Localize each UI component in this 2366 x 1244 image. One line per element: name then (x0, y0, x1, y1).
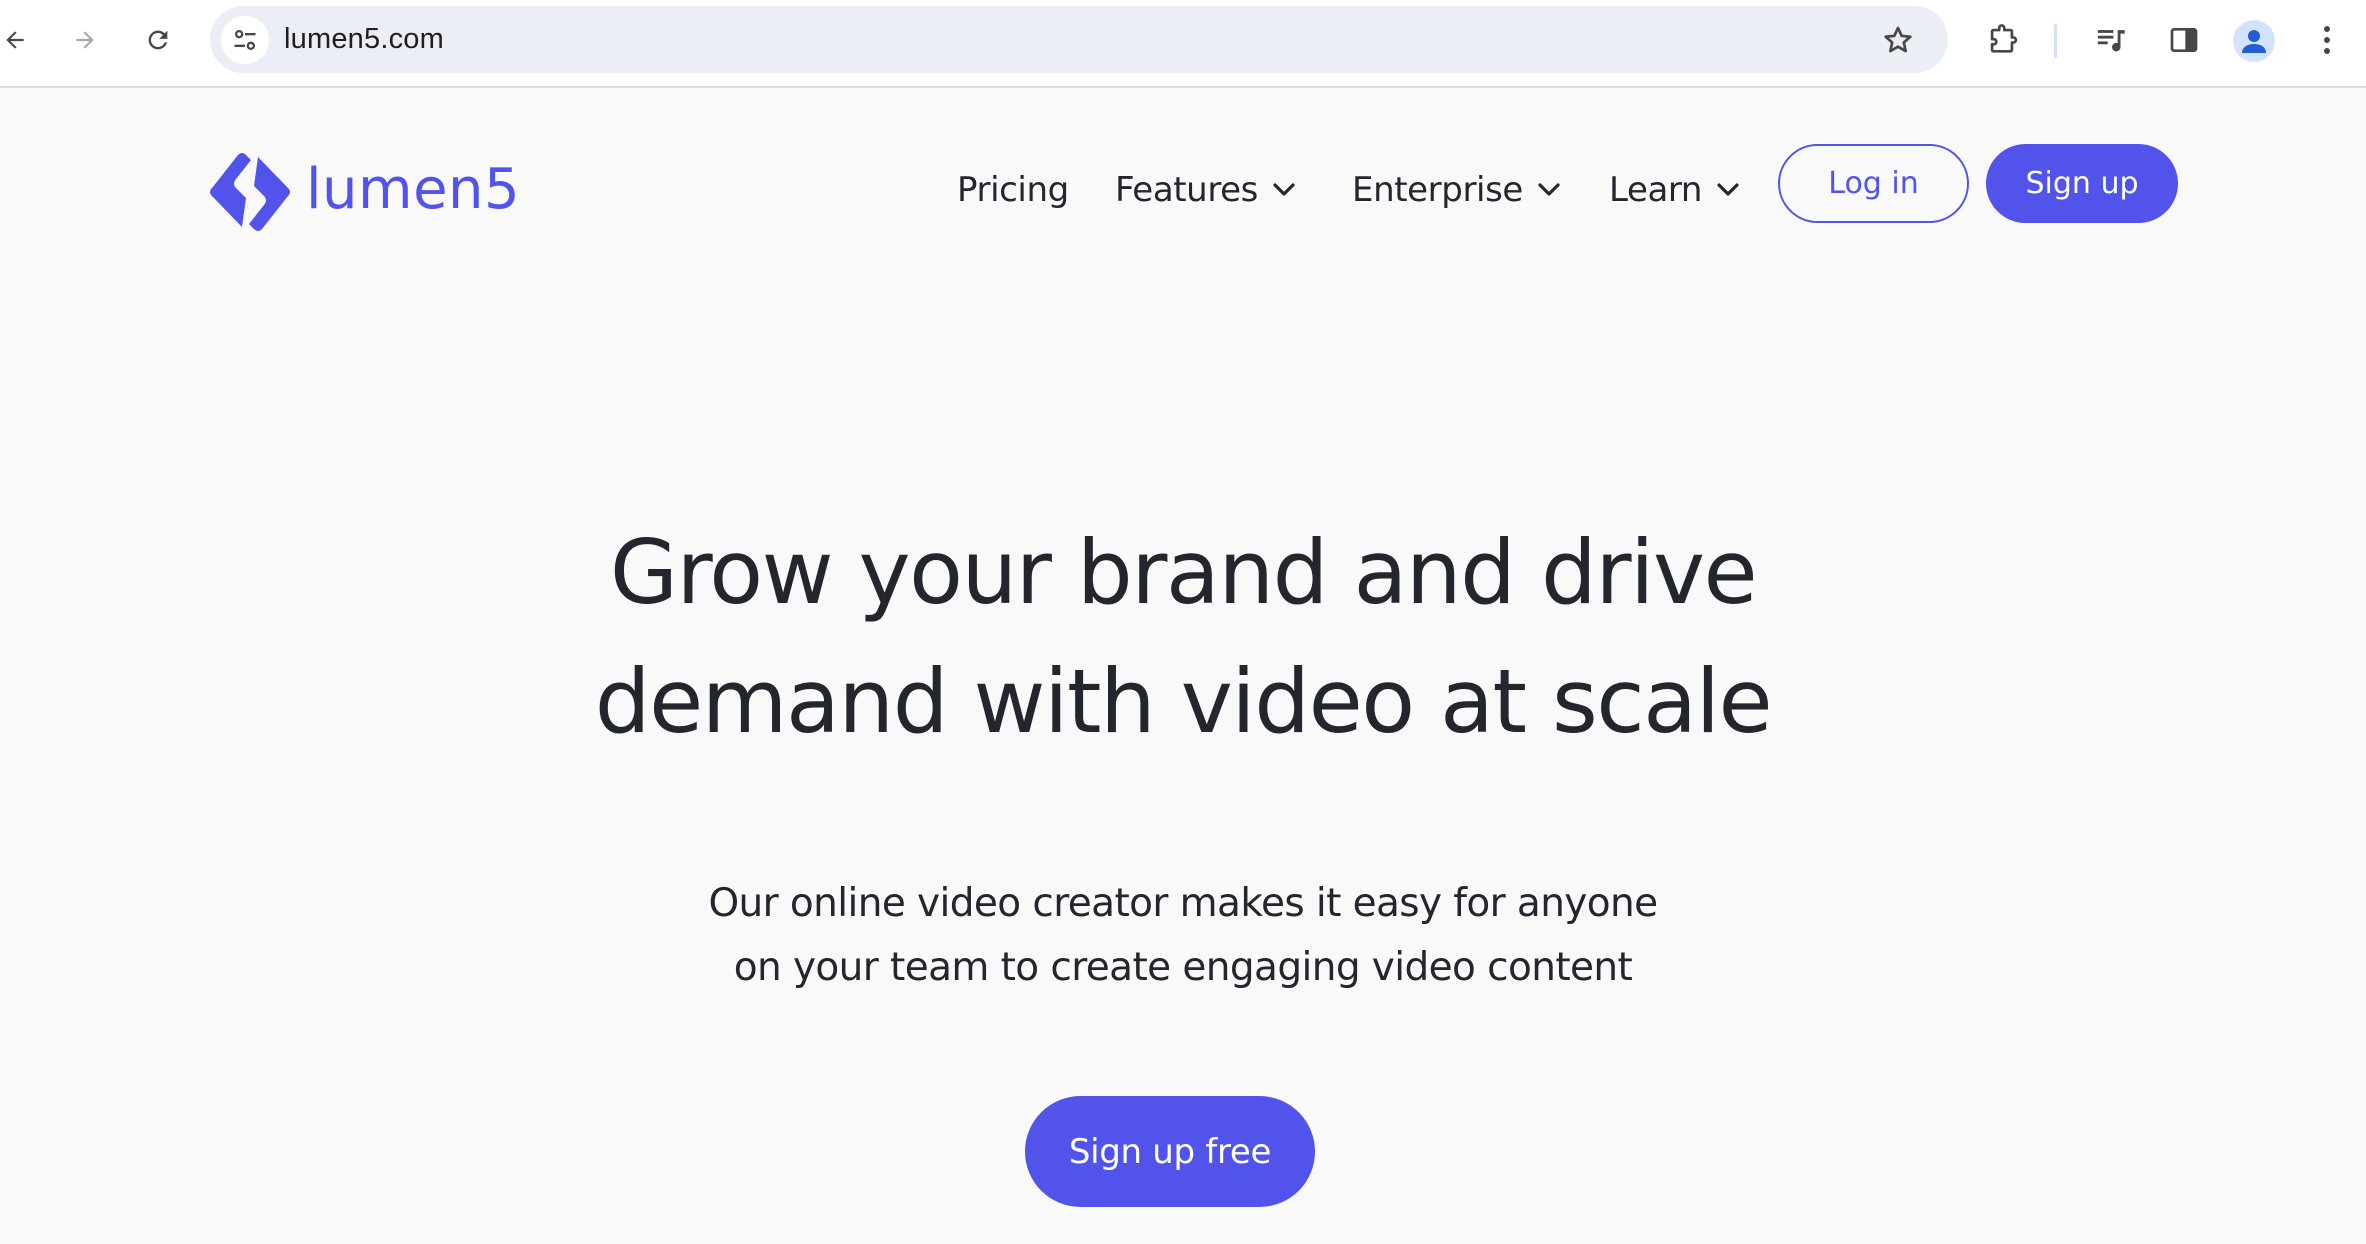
hero-subtitle: Our online video creator makes it easy f… (483, 872, 1883, 1000)
bookmark-button[interactable] (1878, 20, 1918, 60)
signup-button[interactable]: Sign up (1986, 144, 2178, 223)
reload-icon (148, 30, 168, 50)
url-text[interactable]: lumen5.com (284, 6, 444, 73)
site-info-button[interactable] (221, 16, 269, 64)
hero-title-line: Grow your brand and drive (609, 521, 1758, 624)
extensions-button[interactable] (1982, 19, 2022, 61)
arrow-right-icon (76, 31, 94, 49)
side-panel-icon (2170, 28, 2198, 52)
media-controls-button[interactable] (2092, 19, 2132, 61)
lumen5-logo[interactable]: lumen5 (208, 150, 520, 234)
nav-pricing[interactable]: Pricing (957, 166, 1069, 214)
nav-learn[interactable]: Learn (1609, 166, 1740, 214)
media-queue-icon (2097, 30, 2125, 52)
browser-menu-button[interactable] (2312, 19, 2342, 61)
profile-button[interactable] (2233, 20, 2275, 62)
chevron-down-icon (1538, 183, 1560, 196)
hero-title-line: demand with video at scale (594, 650, 1773, 753)
nav-enterprise-label: Enterprise (1352, 170, 1523, 210)
hero-subtitle-line: Our online video creator makes it easy f… (708, 881, 1658, 926)
toolbar-separator (2054, 24, 2057, 58)
login-button[interactable]: Log in (1778, 144, 1969, 223)
nav-enterprise[interactable]: Enterprise (1352, 166, 1561, 214)
puzzle-icon (1990, 24, 2018, 53)
browser-toolbar: lumen5.com (0, 0, 2366, 88)
kebab-menu-icon (2324, 26, 2330, 54)
hero-subtitle-line: on your team to create engaging video co… (733, 945, 1633, 990)
star-icon (1884, 26, 1912, 53)
brand-name: lumen5 (306, 157, 521, 222)
address-bar[interactable]: lumen5.com (210, 6, 1948, 73)
avatar-icon (2242, 30, 2266, 53)
chevron-down-icon (1273, 183, 1295, 196)
lumen5-logo-icon (210, 153, 290, 231)
tune-icon (234, 29, 256, 51)
reload-button[interactable] (141, 20, 175, 60)
nav-features-label: Features (1115, 170, 1258, 210)
nav-learn-label: Learn (1609, 170, 1703, 210)
forward-button[interactable] (70, 20, 100, 60)
side-panel-button[interactable] (2164, 19, 2204, 61)
signup-free-button[interactable]: Sign up free (1025, 1096, 1315, 1207)
back-button[interactable] (0, 20, 30, 60)
arrow-left-icon (6, 31, 24, 49)
hero-title: Grow your brand and drive demand with vi… (383, 508, 1983, 766)
nav-pricing-label: Pricing (957, 170, 1069, 210)
nav-features[interactable]: Features (1115, 166, 1296, 214)
chevron-down-icon (1717, 183, 1739, 196)
